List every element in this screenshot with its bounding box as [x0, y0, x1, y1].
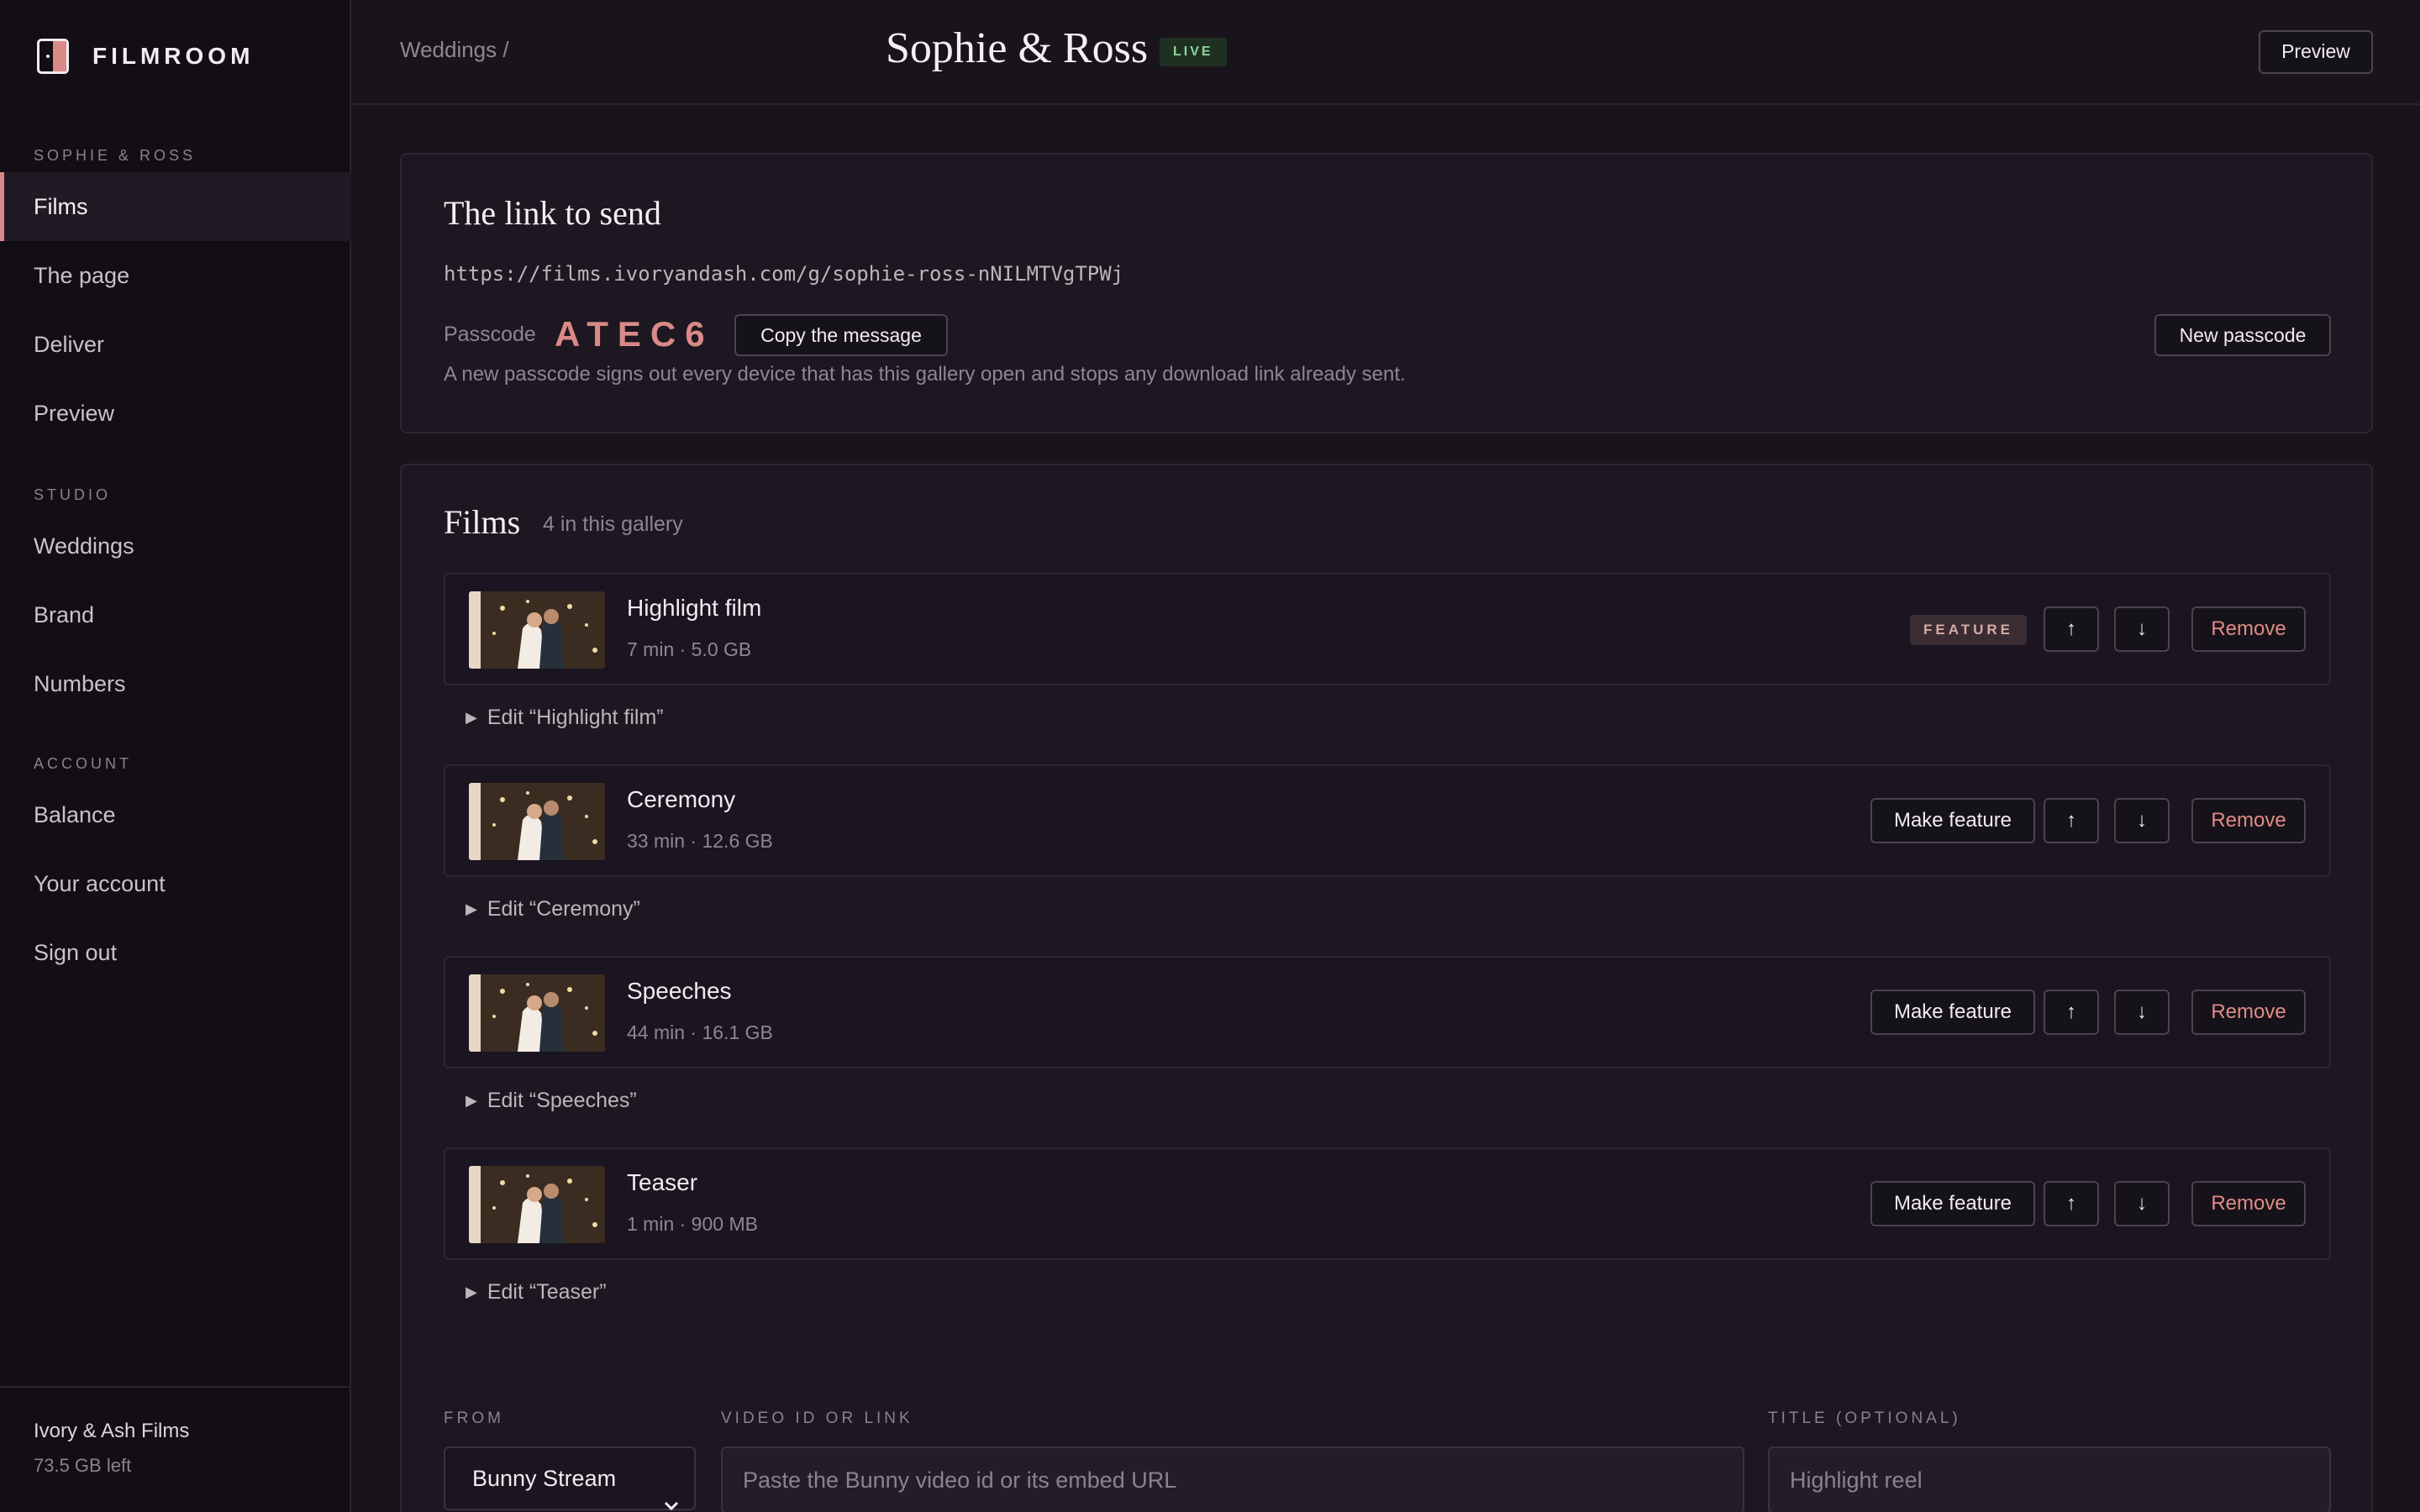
link-card: The link to send https://films.ivoryanda…: [400, 153, 2373, 433]
arrow-down-icon: ↓: [2137, 1192, 2147, 1215]
arrow-up-icon: ↑: [2066, 809, 2076, 832]
disclosure-triangle-icon: ▶: [466, 1284, 477, 1300]
source-select[interactable]: Bunny Stream: [444, 1446, 696, 1512]
sidebar-item-brand[interactable]: Brand: [0, 580, 351, 649]
page-title: Sophie & Ross: [886, 24, 1149, 72]
page-header: Weddings / Sophie & Ross LIVE Preview: [353, 0, 2420, 105]
arrow-down-icon: ↓: [2137, 1000, 2147, 1023]
gallery-url[interactable]: https://films.ivoryandash.com/g/sophie-r…: [444, 262, 1123, 286]
films-title: Films: [444, 503, 521, 541]
sidebar-item-balance[interactable]: Balance: [0, 780, 351, 849]
move-up-button[interactable]: ↑: [2044, 990, 2099, 1035]
film-meta: 1 min · 900 MB: [627, 1213, 758, 1235]
film-row: Highlight film 7 min · 5.0 GB FEATURE ↑ …: [444, 573, 2331, 685]
from-label: FROM: [444, 1410, 504, 1427]
films-card: Films 4 in this gallery Highlight film 7…: [400, 464, 2373, 1512]
move-down-button[interactable]: ↓: [2114, 1181, 2170, 1226]
breadcrumb[interactable]: Weddings /: [400, 37, 509, 63]
move-up-button[interactable]: ↑: [2044, 1181, 2099, 1226]
edit-film-toggle[interactable]: ▶ Edit “Highlight film”: [466, 706, 664, 730]
film-meta: 44 min · 16.1 GB: [627, 1021, 773, 1043]
film-title: Highlight film: [627, 595, 762, 621]
remove-button[interactable]: Remove: [2191, 798, 2306, 843]
film-thumbnail[interactable]: [469, 974, 605, 1052]
sidebar-item-films[interactable]: Films: [0, 172, 351, 241]
film-thumbnail[interactable]: [469, 783, 605, 860]
arrow-up-icon: ↑: [2066, 1000, 2076, 1023]
make-feature-button[interactable]: Make feature: [1870, 1181, 2035, 1226]
arrow-down-icon: ↓: [2137, 617, 2147, 640]
sidebar-footer: Ivory & Ash Films 73.5 GB left: [0, 1386, 351, 1512]
sidebar: FILMROOM SOPHIE & ROSS Films The page De…: [0, 0, 351, 1512]
move-down-button[interactable]: ↓: [2114, 798, 2170, 843]
film-row: Teaser 1 min · 900 MB Make feature ↑ ↓ R…: [444, 1147, 2331, 1260]
arrow-up-icon: ↑: [2066, 617, 2076, 640]
edit-film-toggle[interactable]: ▶ Edit “Teaser”: [466, 1280, 607, 1305]
sidebar-heading: SOPHIE & ROSS: [34, 147, 197, 164]
disclosure-triangle-icon: ▶: [466, 900, 477, 917]
film-thumbnail[interactable]: [469, 591, 605, 669]
title-input[interactable]: Highlight reel: [1768, 1446, 2331, 1512]
disclosure-triangle-icon: ▶: [466, 709, 477, 726]
sidebar-item-preview[interactable]: Preview: [0, 379, 351, 448]
preview-button[interactable]: Preview: [2259, 30, 2373, 74]
move-up-button[interactable]: ↑: [2044, 606, 2099, 652]
disclosure-triangle-icon: ▶: [466, 1092, 477, 1109]
title-label: TITLE (OPTIONAL): [1768, 1410, 1961, 1427]
edit-film-label: Edit “Teaser”: [487, 1280, 607, 1304]
sidebar-item-sign-out[interactable]: Sign out: [0, 918, 351, 987]
arrow-up-icon: ↑: [2066, 1192, 2076, 1215]
sidebar-heading: ACCOUNT: [34, 755, 132, 772]
make-feature-button[interactable]: Make feature: [1870, 798, 2035, 843]
brand[interactable]: FILMROOM: [37, 39, 254, 74]
sidebar-item-your-account[interactable]: Your account: [0, 849, 351, 918]
app-name: FILMROOM: [92, 43, 255, 69]
remove-button[interactable]: Remove: [2191, 606, 2306, 652]
status-badge: LIVE: [1160, 38, 1227, 66]
move-down-button[interactable]: ↓: [2114, 606, 2170, 652]
edit-film-label: Edit “Ceremony”: [487, 897, 640, 921]
studio-name: Ivory & Ash Films: [34, 1420, 190, 1442]
film-meta: 7 min · 5.0 GB: [627, 638, 752, 660]
filmroom-logo-icon: [37, 39, 69, 74]
move-down-button[interactable]: ↓: [2114, 990, 2170, 1035]
passcode-value: ATEC6: [555, 314, 714, 354]
feature-badge: FEATURE: [1909, 615, 2027, 645]
edit-film-label: Edit “Speeches”: [487, 1089, 637, 1112]
video-id-label: VIDEO ID OR LINK: [721, 1410, 913, 1427]
sidebar-item-numbers[interactable]: Numbers: [0, 649, 351, 718]
arrow-down-icon: ↓: [2137, 809, 2147, 832]
sidebar-item-weddings[interactable]: Weddings: [0, 512, 351, 580]
remove-button[interactable]: Remove: [2191, 990, 2306, 1035]
new-passcode-button[interactable]: New passcode: [2154, 314, 2331, 356]
sidebar-group-account: ACCOUNT Balance Your account Sign out: [0, 747, 351, 987]
edit-film-label: Edit “Highlight film”: [487, 706, 664, 729]
film-title: Teaser: [627, 1169, 698, 1195]
film-row: Speeches 44 min · 16.1 GB Make feature ↑…: [444, 956, 2331, 1068]
edit-film-toggle[interactable]: ▶ Edit “Speeches”: [466, 1089, 637, 1113]
sidebar-group-gallery: SOPHIE & ROSS Films The page Deliver Pre…: [0, 139, 351, 448]
sidebar-item-deliver[interactable]: Deliver: [0, 310, 351, 379]
passcode-label: Passcode: [444, 323, 536, 346]
film-thumbnail[interactable]: [469, 1166, 605, 1243]
source-select-value: Bunny Stream: [472, 1466, 617, 1491]
passcode-hint: A new passcode signs out every device th…: [444, 363, 1406, 386]
film-meta: 33 min · 12.6 GB: [627, 830, 773, 852]
film-title: Ceremony: [627, 786, 736, 812]
link-card-title: The link to send: [444, 194, 661, 232]
make-feature-button[interactable]: Make feature: [1870, 990, 2035, 1035]
copy-message-button[interactable]: Copy the message: [734, 314, 948, 356]
move-up-button[interactable]: ↑: [2044, 798, 2099, 843]
film-title: Speeches: [627, 978, 732, 1004]
edit-film-toggle[interactable]: ▶ Edit “Ceremony”: [466, 897, 640, 921]
storage-remaining: 73.5 GB left: [34, 1455, 132, 1476]
sidebar-heading: STUDIO: [34, 486, 112, 503]
film-row: Ceremony 33 min · 12.6 GB Make feature ↑…: [444, 764, 2331, 877]
films-count: 4 in this gallery: [543, 512, 683, 536]
chevron-down-icon: [664, 1473, 679, 1512]
video-id-input[interactable]: Paste the Bunny video id or its embed UR…: [721, 1446, 1744, 1512]
sidebar-group-studio: STUDIO Weddings Brand Numbers: [0, 478, 351, 718]
sidebar-item-the-page[interactable]: The page: [0, 241, 351, 310]
remove-button[interactable]: Remove: [2191, 1181, 2306, 1226]
